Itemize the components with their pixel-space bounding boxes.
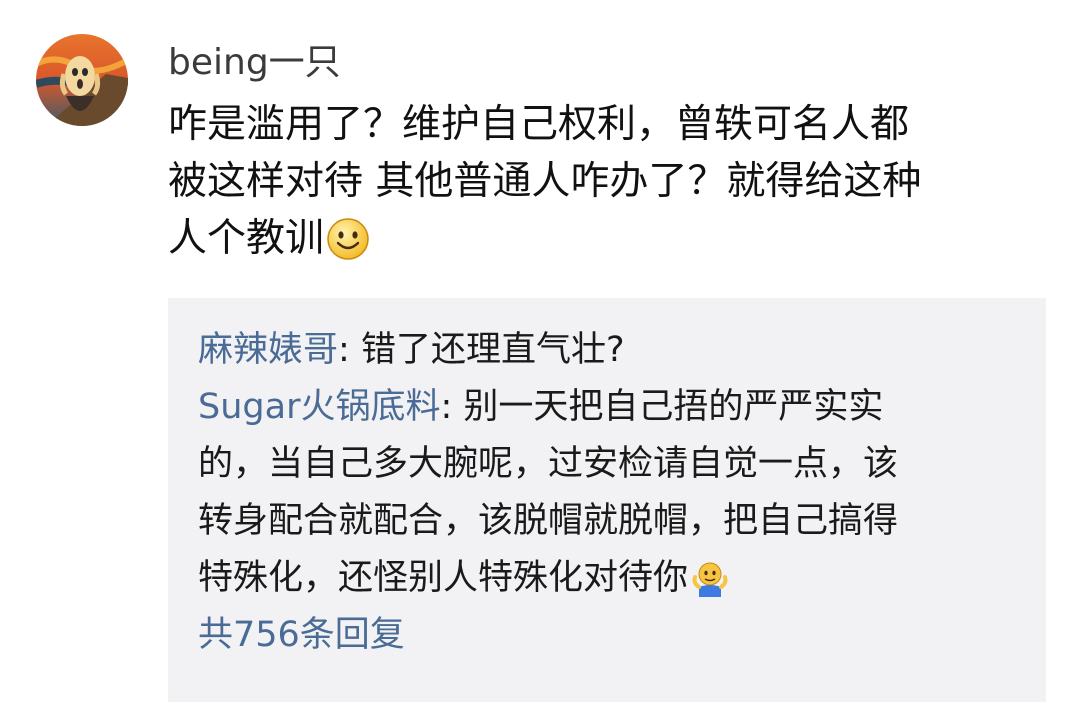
comment-content: 咋是滥用了？维护自己权利，曾轶可名人都 被这样对待 其他普通人咋办了？就得给这种…	[168, 96, 1048, 267]
avatar-scream-painting-icon	[36, 34, 128, 126]
reply-text: 别一天把自己捂的严严实实	[463, 387, 884, 427]
reply-item[interactable]: 麻辣婊哥: 错了还理直气壮?	[198, 322, 1018, 379]
comment-content-line: 被这样对待 其他普通人咋办了？就得给这种	[168, 159, 922, 204]
reply-text: 错了还理直气壮?	[360, 330, 625, 370]
shrug-emoji-icon	[690, 559, 730, 617]
reply-item[interactable]: Sugar火锅底料: 别一天把自己捂的严严实实 的，当自己多大腕呢，过安检请自觉…	[198, 379, 1018, 607]
user-avatar[interactable]	[36, 34, 128, 126]
comment-username[interactable]: being一只	[168, 40, 341, 86]
reply-text-line: 转身配合就配合，该脱帽就脱帽，把自己搞得	[198, 501, 899, 541]
reply-username[interactable]: Sugar火锅底料	[198, 387, 440, 427]
smile-emoji-icon	[326, 217, 370, 277]
view-all-replies-link[interactable]: 共756条回复	[198, 607, 1018, 664]
reply-text-line-with-emoji: 特殊化，还怪别人特殊化对待你	[198, 550, 1018, 607]
comment-content-text: 人个教训	[168, 216, 325, 261]
reply-list: 麻辣婊哥: 错了还理直气壮? Sugar火锅底料: 别一天把自己捂的严严实实 的…	[198, 322, 1018, 664]
comment-content-line: 咋是滥用了？维护自己权利，曾轶可名人都	[168, 102, 910, 147]
reply-text: 特殊化，还怪别人特殊化对待你	[198, 558, 689, 598]
comment-content-line: 人个教训	[168, 210, 1048, 267]
bottom-divider	[0, 712, 1080, 726]
reply-text-line: 的，当自己多大腕呢，过安检请自觉一点，该	[198, 444, 899, 484]
reply-separator: :	[440, 387, 464, 427]
comment-item: being一只 咋是滥用了？维护自己权利，曾轶可名人都 被这样对待 其他普通人咋…	[0, 0, 1080, 726]
reply-preview-box[interactable]: 麻辣婊哥: 错了还理直气壮? Sugar火锅底料: 别一天把自己捂的严严实实 的…	[168, 298, 1046, 702]
reply-separator: :	[338, 330, 361, 370]
reply-username[interactable]: 麻辣婊哥	[198, 330, 338, 370]
